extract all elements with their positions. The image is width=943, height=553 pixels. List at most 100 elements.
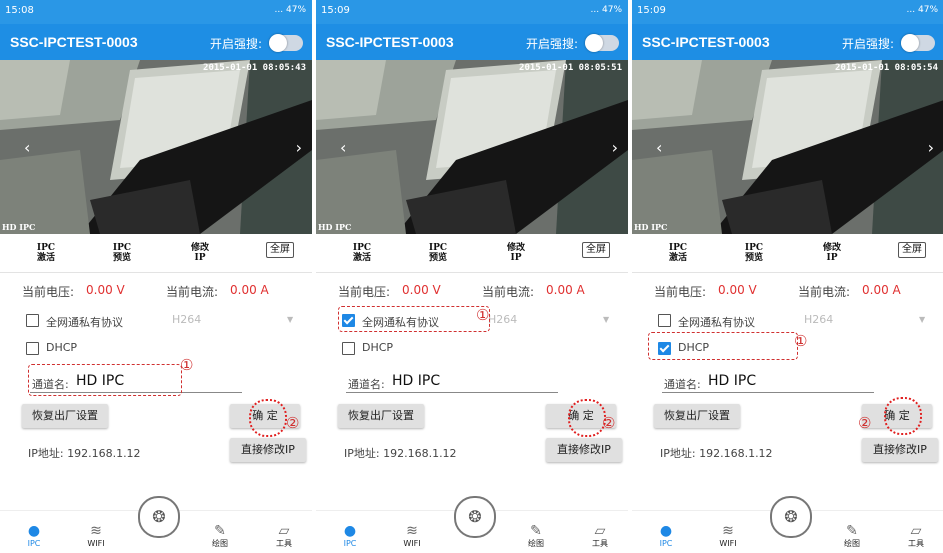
tab-tools[interactable]: ▱ 工具 <box>580 523 620 549</box>
modify-ip-button[interactable]: 直接修改IP <box>862 438 938 462</box>
video-hd-label: HD IPC <box>2 222 36 232</box>
camera-icon: ● <box>659 523 673 539</box>
video-toolbar: IPC 激活 IPC 预览 修改 IP 全屏 <box>0 234 312 273</box>
ipc-activate-button[interactable]: IPC 激活 <box>34 243 58 263</box>
fullscreen-button[interactable]: 全屏 <box>898 242 926 258</box>
tab-tools[interactable]: ▱ 工具 <box>896 523 936 549</box>
ruler-icon: ▱ <box>278 523 290 539</box>
tab-draw[interactable]: ✎ 绘图 <box>200 523 240 549</box>
factory-reset-button[interactable]: 恢复出厂设置 <box>654 404 740 428</box>
annotation-box <box>28 364 182 396</box>
battery-icon: ... 47% <box>590 5 622 15</box>
video-hd-label: HD IPC <box>318 222 352 232</box>
annotation-highlight <box>568 399 606 437</box>
fullscreen-button[interactable]: 全屏 <box>582 242 610 258</box>
video-timestamp: 2015-01-01 08:05:43 <box>203 63 306 73</box>
tab-wifi[interactable]: ≋ WIFI <box>708 523 748 549</box>
tab-ipc[interactable]: ● IPC <box>646 523 686 549</box>
channel-name-input[interactable]: HD IPC <box>708 373 756 389</box>
tab-label: WIFI <box>403 539 421 548</box>
pencil-icon: ✎ <box>530 523 542 539</box>
tab-tools[interactable]: ▱ 工具 <box>264 523 304 549</box>
modify-ip-button[interactable]: 直接修改IP <box>546 438 622 462</box>
ipc-preview-button[interactable]: IPC 预览 <box>110 243 134 263</box>
status-bar: 15:08 ... 47% <box>0 0 312 24</box>
chevron-down-icon[interactable]: ▼ <box>919 315 925 324</box>
video-toolbar: IPC 激活 IPC 预览 修改 IP 全屏 <box>316 234 628 273</box>
video-frame <box>0 60 312 234</box>
channel-name-label: 通道名: <box>664 378 701 391</box>
dhcp-label: DHCP <box>362 341 394 354</box>
dhcp-checkbox[interactable] <box>342 342 355 355</box>
chevron-down-icon[interactable]: ▼ <box>287 315 293 324</box>
next-arrow-icon[interactable]: › <box>296 138 302 157</box>
tab-label: IPC <box>27 539 41 548</box>
tab-label: 绘图 <box>528 539 544 548</box>
strong-search-toggle[interactable] <box>269 34 303 52</box>
private-protocol-checkbox[interactable] <box>658 314 671 327</box>
wifi-icon: ≋ <box>406 523 418 539</box>
channel-name-input[interactable]: HD IPC <box>392 373 440 389</box>
tab-label: WIFI <box>719 539 737 548</box>
ipc-activate-button[interactable]: IPC 激活 <box>350 243 374 263</box>
factory-reset-button[interactable]: 恢复出厂设置 <box>338 404 424 428</box>
codec-select[interactable]: H264 <box>488 313 517 326</box>
video-preview[interactable]: 2015-01-01 08:05:43 HD IPC ‹ › <box>0 60 312 234</box>
ipc-preview-button[interactable]: IPC 预览 <box>742 243 766 263</box>
title-bar: SSC-IPCTEST-0003 开启强搜: <box>0 24 312 60</box>
channel-input-underline <box>662 392 874 393</box>
dhcp-checkbox[interactable] <box>26 342 39 355</box>
tab-draw[interactable]: ✎ 绘图 <box>516 523 556 549</box>
center-logo-button[interactable]: ❂ <box>138 496 180 538</box>
fullscreen-button[interactable]: 全屏 <box>266 242 294 258</box>
next-arrow-icon[interactable]: › <box>928 138 934 157</box>
private-protocol-checkbox[interactable] <box>26 314 39 327</box>
codec-select[interactable]: H264 <box>804 313 833 326</box>
video-timestamp: 2015-01-01 08:05:54 <box>835 63 938 73</box>
tab-label: 绘图 <box>844 539 860 548</box>
center-logo-button[interactable]: ❂ <box>454 496 496 538</box>
status-time: 15:08 <box>5 5 34 16</box>
annotation-marker-2: ② <box>602 414 616 432</box>
tab-ipc[interactable]: ● IPC <box>330 523 370 549</box>
prev-arrow-icon[interactable]: ‹ <box>656 138 662 157</box>
annotation-highlight <box>249 399 287 437</box>
prev-arrow-icon[interactable]: ‹ <box>340 138 346 157</box>
modify-ip-icon-button[interactable]: 修改 IP <box>504 243 528 263</box>
next-arrow-icon[interactable]: › <box>612 138 618 157</box>
battery-icon: ... 47% <box>274 5 306 15</box>
video-preview[interactable]: 2015-01-01 08:05:54 HD IPC ‹ › <box>632 60 943 234</box>
modify-ip-button[interactable]: 直接修改IP <box>230 438 306 462</box>
tab-wifi[interactable]: ≋ WIFI <box>392 523 432 549</box>
pencil-icon: ✎ <box>846 523 858 539</box>
modify-ip-icon-button[interactable]: 修改 IP <box>188 243 212 263</box>
phone-screen: 15:09 ... 47% SSC-IPCTEST-0003 开启强搜: 201… <box>632 0 943 553</box>
camera-icon: ● <box>27 523 41 539</box>
codec-select[interactable]: H264 <box>172 313 201 326</box>
tab-label: 工具 <box>276 539 292 548</box>
prev-arrow-icon[interactable]: ‹ <box>24 138 30 157</box>
voltage-label: 当前电压: <box>338 285 391 299</box>
center-logo-button[interactable]: ❂ <box>770 496 812 538</box>
title-bar: SSC-IPCTEST-0003 开启强搜: <box>632 24 943 60</box>
annotation-marker-1: ① <box>180 356 194 374</box>
toggle-knob <box>269 34 287 52</box>
ipc-preview-button[interactable]: IPC 预览 <box>426 243 450 263</box>
ipc-activate-button[interactable]: IPC 激活 <box>666 243 690 263</box>
phone-screen: 15:08 ... 47% SSC-IPCTEST-0003 开启强搜: 201… <box>0 0 312 553</box>
tab-wifi[interactable]: ≋ WIFI <box>76 523 116 549</box>
tab-label: 绘图 <box>212 539 228 548</box>
video-preview[interactable]: 2015-01-01 08:05:51 HD IPC ‹ › <box>316 60 628 234</box>
video-frame <box>632 60 943 234</box>
tab-ipc[interactable]: ● IPC <box>14 523 54 549</box>
phone-screen: 15:09 ... 47% SSC-IPCTEST-0003 开启强搜: 201… <box>316 0 628 553</box>
device-title: SSC-IPCTEST-0003 <box>10 34 138 50</box>
factory-reset-button[interactable]: 恢复出厂设置 <box>22 404 108 428</box>
channel-input-underline <box>346 392 558 393</box>
chevron-down-icon[interactable]: ▼ <box>603 315 609 324</box>
modify-ip-icon-button[interactable]: 修改 IP <box>820 243 844 263</box>
annotation-box <box>338 306 490 332</box>
strong-search-toggle[interactable] <box>901 34 935 52</box>
tab-draw[interactable]: ✎ 绘图 <box>832 523 872 549</box>
strong-search-toggle[interactable] <box>585 34 619 52</box>
